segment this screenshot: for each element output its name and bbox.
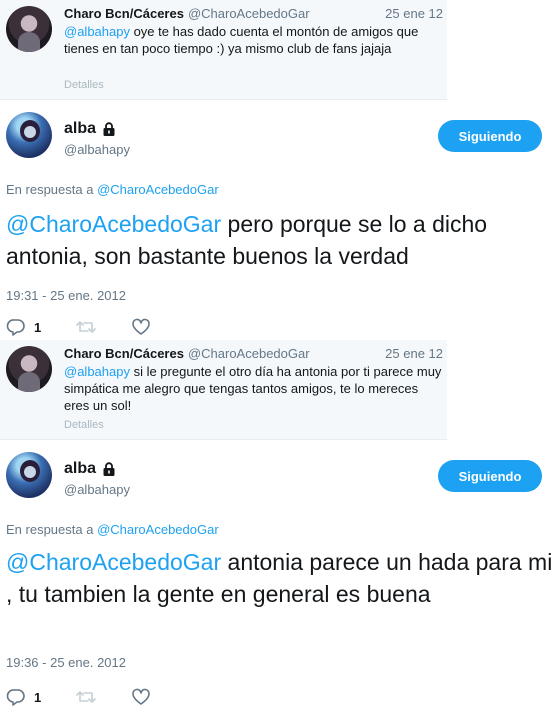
mention-link[interactable]: @albahapy [64,364,130,379]
tweet-actions: 1 [6,688,185,706]
avatar[interactable] [6,112,52,158]
reply-button[interactable]: 1 [6,318,41,336]
mention-link[interactable]: @CharoAcebedoGar [6,549,221,575]
retweet-button[interactable] [75,688,97,706]
mention-link[interactable]: @CharoAcebedoGar [6,211,221,237]
author-handle[interactable]: @albahapy [64,142,130,157]
quoted-tweet-header: Charo Bcn/Cáceres @CharoAcebedoGar 25 ene… [64,346,443,361]
like-button[interactable] [131,688,151,706]
author-name[interactable]: alba [64,460,96,478]
tweet-text: @CharoAcebedoGar antonia parece un hada … [6,546,556,610]
retweet-icon [75,688,97,706]
reply-context: En respuesta a @CharoAcebedoGar [6,522,219,537]
author-name[interactable]: Charo Bcn/Cáceres [64,6,184,21]
details-link[interactable]: Detalles [64,419,104,431]
reply-context: En respuesta a @CharoAcebedoGar [6,182,219,197]
like-button[interactable] [131,318,151,336]
author-name[interactable]: Charo Bcn/Cáceres [64,346,184,361]
tweet-date[interactable]: 25 ene 12 [385,6,443,21]
tweet-actions: 1 [6,318,185,336]
retweet-button[interactable] [75,318,97,336]
tweet-text: @CharoAcebedoGar pero porque se lo a dic… [6,208,556,272]
quoted-tweet-header: Charo Bcn/Cáceres @CharoAcebedoGar 25 ene… [64,6,443,21]
mention-link[interactable]: @CharoAcebedoGar [97,522,219,537]
lock-icon [102,122,116,136]
author-name-row: alba [64,120,116,138]
details-link[interactable]: Detalles [64,79,104,91]
reply-icon [6,318,26,336]
reply-prefix: En respuesta a [6,182,98,197]
reply-button[interactable]: 1 [6,688,41,706]
heart-icon [131,318,151,336]
avatar[interactable] [6,452,52,498]
tweet-date[interactable]: 25 ene 12 [385,346,443,361]
quoted-tweet[interactable]: Charo Bcn/Cáceres @CharoAcebedoGar 25 ene… [0,0,447,100]
avatar[interactable] [6,6,52,52]
mention-link[interactable]: @CharoAcebedoGar [97,182,219,197]
mention-link[interactable]: @albahapy [64,24,130,39]
heart-icon [131,688,151,706]
quoted-tweet-text: @albahapy si le pregunte el otro día ha … [64,363,444,414]
author-handle[interactable]: @CharoAcebedoGar [188,6,310,21]
author-name[interactable]: alba [64,120,96,138]
avatar[interactable] [6,346,52,392]
author-handle[interactable]: @CharoAcebedoGar [188,346,310,361]
author-name-row: alba [64,460,116,478]
following-button[interactable]: Siguiendo [438,460,542,492]
timestamp[interactable]: 19:36 - 25 ene. 2012 [6,655,126,670]
lock-icon [102,462,116,476]
reply-count: 1 [34,689,42,705]
following-button[interactable]: Siguiendo [438,120,542,152]
quoted-tweet-text: @albahapy oye te has dado cuenta el mont… [64,23,444,57]
reply-count: 1 [34,319,42,335]
reply-icon [6,688,26,706]
reply-prefix: En respuesta a [6,522,98,537]
quoted-tweet[interactable]: Charo Bcn/Cáceres @CharoAcebedoGar 25 ene… [0,340,447,440]
timestamp[interactable]: 19:31 - 25 ene. 2012 [6,288,126,303]
author-handle[interactable]: @albahapy [64,482,130,497]
retweet-icon [75,318,97,336]
